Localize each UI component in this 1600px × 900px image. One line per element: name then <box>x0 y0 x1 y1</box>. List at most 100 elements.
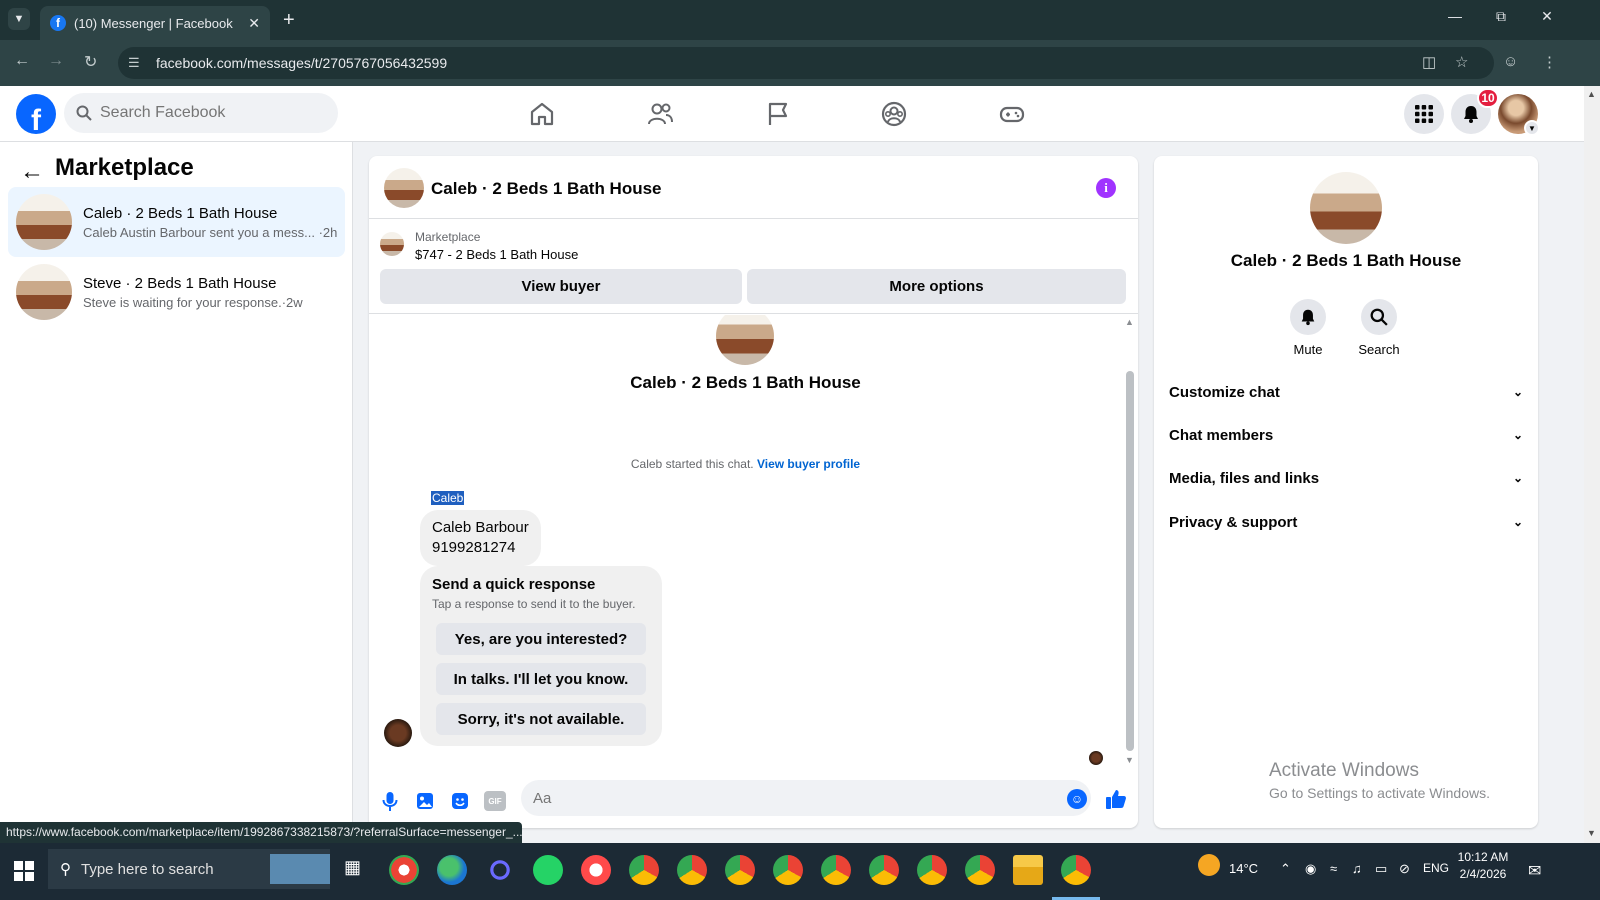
chrome-profile-icon[interactable] <box>917 855 947 885</box>
search-icon <box>76 105 92 121</box>
listing-thumbnail[interactable] <box>380 232 404 256</box>
quick-response-button[interactable]: In talks. I'll let you know. <box>436 663 646 695</box>
notification-center-icon[interactable]: ✉ <box>1528 861 1541 881</box>
back-arrow-icon[interactable]: ← <box>20 158 44 186</box>
wifi-off-icon[interactable]: ⊘ <box>1399 861 1410 877</box>
address-bar[interactable]: ☰ facebook.com/messages/t/27057670564325… <box>118 47 1494 79</box>
edge-browser-icon[interactable] <box>437 855 467 885</box>
search-label: Search <box>1358 342 1400 357</box>
chrome-profile-icon[interactable] <box>773 855 803 885</box>
chat-scrollbar[interactable]: ▲ ▼ <box>1124 315 1136 770</box>
battery-icon[interactable]: ▭ <box>1375 861 1387 877</box>
customize-chat-section[interactable]: Customize chat ⌄ <box>1169 377 1523 407</box>
quick-response-button[interactable]: Yes, are you interested? <box>436 623 646 655</box>
new-tab-icon[interactable]: + <box>283 9 295 32</box>
wpm-app-icon[interactable] <box>581 855 611 885</box>
conversation-item-steve[interactable]: Steve · 2 Beds 1 Bath House Steve is wai… <box>8 257 345 327</box>
browser-menu-icon[interactable]: ⋮ <box>1542 53 1557 71</box>
facebook-favicon-icon: f <box>50 15 66 31</box>
emoji-icon[interactable]: ☺ <box>1067 789 1087 809</box>
weather-temperature[interactable]: 14°C <box>1229 861 1258 876</box>
gif-icon[interactable]: GIF <box>484 791 506 811</box>
whatsapp-icon[interactable] <box>533 855 563 885</box>
more-options-button[interactable]: More options <box>747 269 1126 304</box>
cortana-app-icon[interactable] <box>485 855 515 885</box>
tab-close-icon[interactable]: ✕ <box>248 15 260 32</box>
language-indicator[interactable]: ENG <box>1423 861 1449 875</box>
restore-icon[interactable]: ⧉ <box>1478 8 1524 25</box>
view-buyer-button[interactable]: View buyer <box>380 269 742 304</box>
media-files-links-section[interactable]: Media, files and links ⌄ <box>1169 463 1523 493</box>
page-scrollbar[interactable]: ▲ ▼ <box>1584 86 1600 843</box>
windows-taskbar: ⚲ Type here to search ▦ 14°C ⌃ ◉ ≈ ♫ ▭ ⊘… <box>0 843 1600 900</box>
minimize-icon[interactable]: — <box>1432 8 1478 24</box>
chrome-profile-icon[interactable] <box>629 855 659 885</box>
taskbar-clock[interactable]: 10:12 AM 2/4/2026 <box>1452 849 1514 883</box>
conversation-item-caleb[interactable]: Caleb · 2 Beds 1 Bath House Caleb Austin… <box>8 187 345 257</box>
file-explorer-icon[interactable] <box>1013 855 1043 885</box>
chrome-profile-icon[interactable] <box>821 855 851 885</box>
mute-button[interactable]: Mute <box>1273 299 1343 357</box>
search-conversation-button[interactable]: Search <box>1344 299 1414 357</box>
scrollbar-thumb[interactable] <box>1126 371 1134 751</box>
windows-start-icon[interactable] <box>14 861 34 881</box>
chrome-profile-icon[interactable] <box>869 855 899 885</box>
groups-icon[interactable] <box>880 100 908 128</box>
search-highlight-image <box>270 854 330 884</box>
chat-title[interactable]: Caleb · 2 Beds 1 Bath House <box>431 179 662 199</box>
facebook-search-input[interactable] <box>100 104 320 122</box>
chat-avatar[interactable] <box>384 168 424 208</box>
tab-search-dropdown-icon[interactable]: ▼ <box>8 8 30 30</box>
browser-tab-messenger[interactable]: f (10) Messenger | Facebook ✕ <box>40 6 270 40</box>
profile-icon[interactable]: ☺ <box>1503 53 1518 70</box>
back-arrow-icon[interactable]: ← <box>14 52 30 70</box>
facebook-search-box[interactable] <box>64 93 338 133</box>
scroll-up-arrow-icon[interactable]: ▲ <box>1587 89 1596 99</box>
message-line: Caleb Barbour <box>432 519 529 536</box>
task-view-icon[interactable]: ▦ <box>344 857 361 878</box>
pages-flag-icon[interactable] <box>764 100 792 128</box>
sticker-icon[interactable] <box>449 790 471 812</box>
home-icon[interactable] <box>528 100 556 128</box>
facebook-header: f 10 ▼ <box>0 86 1584 142</box>
scroll-down-arrow-icon[interactable]: ▼ <box>1587 828 1596 838</box>
message-input[interactable] <box>521 780 1091 816</box>
chrome-profile-icon[interactable] <box>677 855 707 885</box>
bookmark-star-icon[interactable]: ☆ <box>1455 53 1468 71</box>
reload-icon[interactable]: ↻ <box>84 52 97 72</box>
meet-now-icon[interactable]: ◉ <box>1305 861 1316 877</box>
chrome-word-app-icon[interactable] <box>389 855 419 885</box>
weather-sun-icon[interactable] <box>1198 854 1220 876</box>
facebook-logo-icon[interactable]: f <box>16 94 56 134</box>
network-icon[interactable]: ≈ <box>1330 861 1337 876</box>
menu-grid-button[interactable] <box>1404 94 1444 134</box>
chrome-profile-icon[interactable] <box>965 855 995 885</box>
search-icon <box>1370 308 1388 326</box>
chrome-active-icon[interactable] <box>1061 855 1091 885</box>
install-app-icon[interactable]: ◫ <box>1422 53 1436 71</box>
chevron-down-icon[interactable]: ▼ <box>1524 120 1540 136</box>
tray-chevron-up-icon[interactable]: ⌃ <box>1280 861 1291 877</box>
gaming-icon[interactable] <box>998 100 1026 128</box>
site-settings-icon[interactable]: ☰ <box>128 55 146 71</box>
listing-price-title[interactable]: $747 - 2 Beds 1 Bath House <box>415 247 578 262</box>
activate-windows-watermark: Activate Windows Go to Settings to activ… <box>1269 760 1490 801</box>
scroll-down-arrow-icon[interactable]: ▼ <box>1125 755 1134 765</box>
microphone-icon[interactable] <box>379 790 401 812</box>
quick-response-button[interactable]: Sorry, it's not available. <box>436 703 646 735</box>
forward-arrow-icon[interactable]: → <box>48 52 64 70</box>
window-close-icon[interactable]: ✕ <box>1524 8 1570 25</box>
chrome-profile-icon[interactable] <box>725 855 755 885</box>
privacy-support-section[interactable]: Privacy & support ⌄ <box>1169 507 1523 537</box>
friends-icon[interactable] <box>646 100 674 128</box>
volume-icon[interactable]: ♫ <box>1352 861 1362 876</box>
scroll-up-arrow-icon[interactable]: ▲ <box>1125 317 1134 327</box>
photo-icon[interactable] <box>414 790 436 812</box>
conversation-info-icon[interactable]: i <box>1096 178 1116 198</box>
taskbar-search-box[interactable]: ⚲ Type here to search <box>48 849 330 889</box>
browser-toolbar: ← → ↻ ☰ facebook.com/messages/t/27057670… <box>0 40 1600 86</box>
listing-thumbnail <box>16 194 72 250</box>
chat-members-section[interactable]: Chat members ⌄ <box>1169 420 1523 450</box>
thumbs-up-icon[interactable] <box>1104 787 1128 811</box>
view-buyer-profile-link[interactable]: View buyer profile <box>757 457 860 471</box>
